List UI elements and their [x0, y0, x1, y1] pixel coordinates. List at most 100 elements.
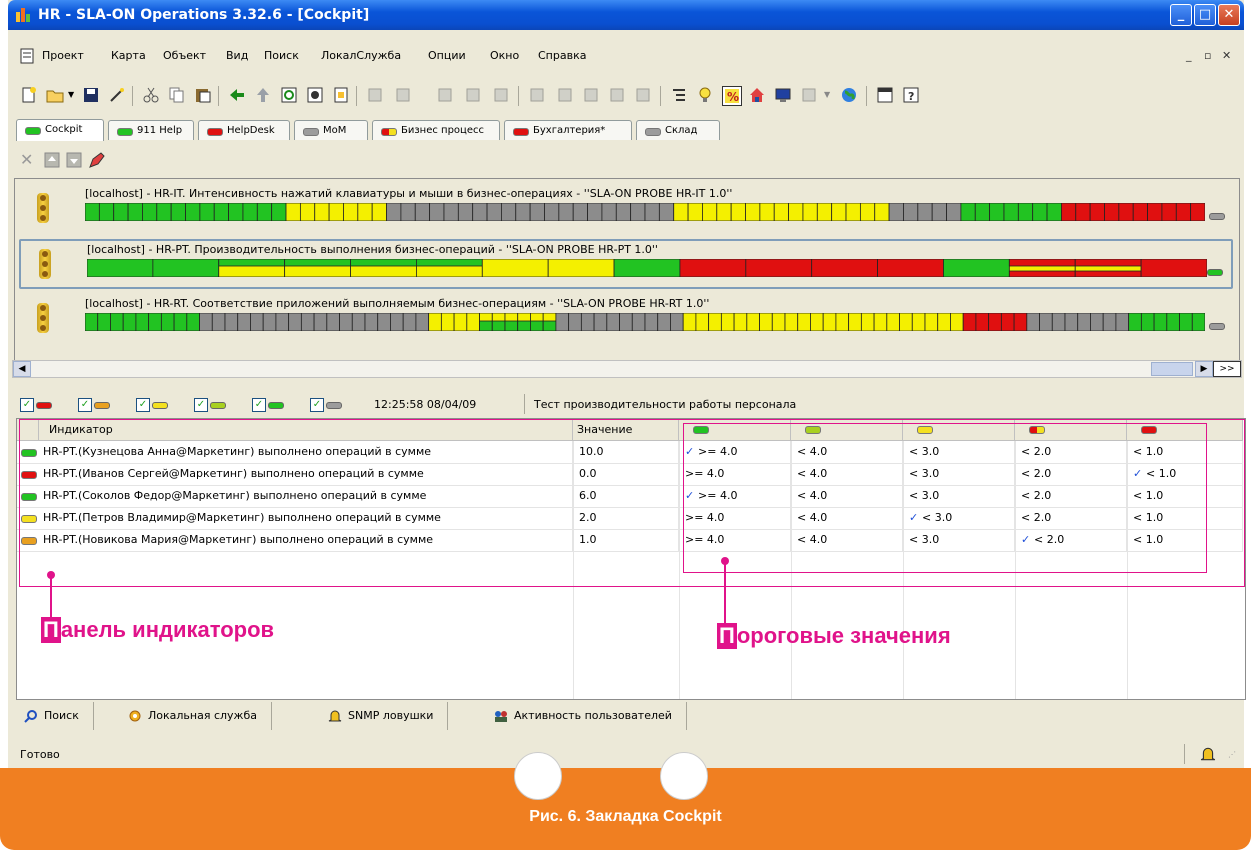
menu-help[interactable]: Справка [538, 49, 586, 62]
fast-forward-button[interactable]: >> [1213, 361, 1241, 377]
minimize-button[interactable]: _ [1170, 4, 1192, 26]
globe-icon[interactable] [840, 86, 858, 104]
probe-segment [1074, 270, 1142, 277]
menu-object[interactable]: Объект [163, 49, 206, 62]
tab-helpdesk[interactable]: HelpDesk [198, 120, 290, 140]
menu-view[interactable]: Вид [226, 49, 248, 62]
probe-hr-it[interactable]: [localhost] - HR-IT. Интенсивность нажат… [19, 185, 1233, 235]
probe-segment [85, 313, 99, 331]
horizontal-scrollbar[interactable]: ◀ ▶ >> [12, 360, 1242, 378]
probe-segment [1046, 203, 1062, 221]
edit-icon[interactable] [88, 151, 106, 169]
tool-disabled-icon[interactable] [394, 86, 412, 104]
probe-segment [97, 313, 111, 331]
menu-search[interactable]: Поиск [264, 49, 299, 62]
tab-snmp-traps[interactable]: SNMP ловушки [320, 702, 449, 730]
close-button[interactable]: ✕ [1218, 4, 1240, 26]
chevron-down-icon[interactable]: ▼ [824, 90, 830, 99]
tab-mom[interactable]: MoM [294, 120, 368, 140]
scroll-right-button[interactable]: ▶ [1195, 361, 1213, 377]
paste-icon[interactable] [194, 86, 212, 104]
probe-segment [720, 313, 735, 331]
chevron-down-icon[interactable]: ▼ [68, 90, 74, 99]
menu-project[interactable]: Проект [42, 49, 84, 62]
tool-disabled-icon[interactable] [634, 86, 652, 104]
probe-bar-svg [85, 313, 1205, 331]
bell-icon[interactable] [1200, 746, 1216, 762]
tool-disabled-icon[interactable] [436, 86, 454, 104]
tab-search[interactable]: Поиск [16, 702, 94, 730]
mdi-minimize-button[interactable]: _ [1186, 49, 1192, 62]
magic-wand-icon[interactable] [108, 86, 126, 104]
report-icon[interactable] [332, 86, 350, 104]
filter-orange-checkbox[interactable]: ✓ [78, 398, 92, 412]
filter-green-checkbox[interactable]: ✓ [252, 398, 266, 412]
save-icon[interactable] [82, 86, 100, 104]
tree-list-icon[interactable] [670, 86, 688, 104]
menu-window[interactable]: Окно [490, 49, 519, 62]
tool-disabled-icon[interactable] [366, 86, 384, 104]
filter-gray-checkbox[interactable]: ✓ [310, 398, 324, 412]
probe-hr-rt[interactable]: [localhost] - HR-RT. Соответствие прилож… [19, 295, 1233, 345]
filter-yellow-checkbox[interactable]: ✓ [136, 398, 150, 412]
move-up-icon[interactable] [44, 152, 60, 168]
percent-icon[interactable]: % [722, 86, 742, 106]
probe-segment [587, 203, 603, 221]
tool-disabled-icon[interactable] [492, 86, 510, 104]
monitor-icon[interactable] [774, 86, 792, 104]
tab-911-help[interactable]: 911 Help [108, 120, 194, 140]
refresh-icon[interactable] [280, 86, 298, 104]
tab-user-activity[interactable]: Активность пользователей [486, 702, 687, 730]
arrow-left-icon[interactable] [228, 86, 246, 104]
tool-disabled-icon[interactable] [464, 86, 482, 104]
probe-segment [831, 203, 847, 221]
help-icon[interactable]: ? [902, 86, 920, 104]
probe-segment [479, 320, 493, 331]
maximize-button[interactable]: □ [1194, 4, 1216, 26]
scroll-left-button[interactable]: ◀ [13, 361, 31, 377]
menu-bar: Проект Карта Объект Вид Поиск ЛокалСлужб… [8, 45, 1244, 67]
traffic-light-icon [39, 249, 51, 279]
properties-icon[interactable] [306, 86, 324, 104]
title-bar[interactable]: HR - SLA-ON Operations 3.32.6 - [Cockpit… [8, 0, 1244, 30]
open-folder-icon[interactable] [46, 86, 64, 104]
home-icon[interactable] [748, 86, 766, 104]
new-icon[interactable] [20, 86, 38, 104]
scrollbar-thumb[interactable] [1151, 362, 1193, 376]
probe-segment [1128, 313, 1142, 331]
tab-local-service[interactable]: Локальная служба [120, 702, 272, 730]
menu-local-service[interactable]: ЛокалСлужба [321, 49, 401, 62]
cut-icon[interactable] [142, 86, 160, 104]
tab-business-process[interactable]: Бизнес процесс [372, 120, 500, 140]
arrow-up-icon[interactable] [254, 86, 272, 104]
probe-segment [530, 320, 544, 331]
status-pill-icon [303, 128, 319, 136]
status-pill-icon [326, 402, 342, 409]
filter-red-checkbox[interactable]: ✓ [20, 398, 34, 412]
tool-disabled-icon[interactable] [528, 86, 546, 104]
tab-accounting[interactable]: Бухгалтерия* [504, 120, 632, 140]
tool-disabled-icon[interactable] [556, 86, 574, 104]
settings-window-icon[interactable] [876, 86, 894, 104]
delete-icon[interactable]: ✕ [20, 150, 33, 169]
menu-map[interactable]: Карта [111, 49, 146, 62]
probe-hr-pt[interactable]: [localhost] - HR-PT. Производительность … [19, 239, 1233, 289]
move-down-icon[interactable] [66, 152, 82, 168]
layout-icon[interactable] [800, 86, 818, 104]
filter-lightgreen-checkbox[interactable]: ✓ [194, 398, 208, 412]
status-pill-icon [1209, 323, 1225, 330]
resize-grip-icon[interactable]: ⋰ [1228, 750, 1236, 759]
tool-disabled-icon[interactable] [608, 86, 626, 104]
lightbulb-icon[interactable] [696, 86, 714, 104]
copy-icon[interactable] [168, 86, 186, 104]
tool-disabled-icon[interactable] [582, 86, 600, 104]
mdi-restore-button[interactable]: ▫ [1204, 49, 1211, 62]
probe-segment [679, 259, 747, 277]
probe-segment [1051, 313, 1066, 331]
status-pill-icon [25, 127, 41, 135]
mdi-close-button[interactable]: ✕ [1222, 49, 1231, 62]
tab-warehouse[interactable]: Склад [636, 120, 720, 140]
tab-cockpit[interactable]: Cockpit [16, 119, 104, 141]
probe-segment [351, 313, 366, 331]
menu-options[interactable]: Опции [428, 49, 466, 62]
